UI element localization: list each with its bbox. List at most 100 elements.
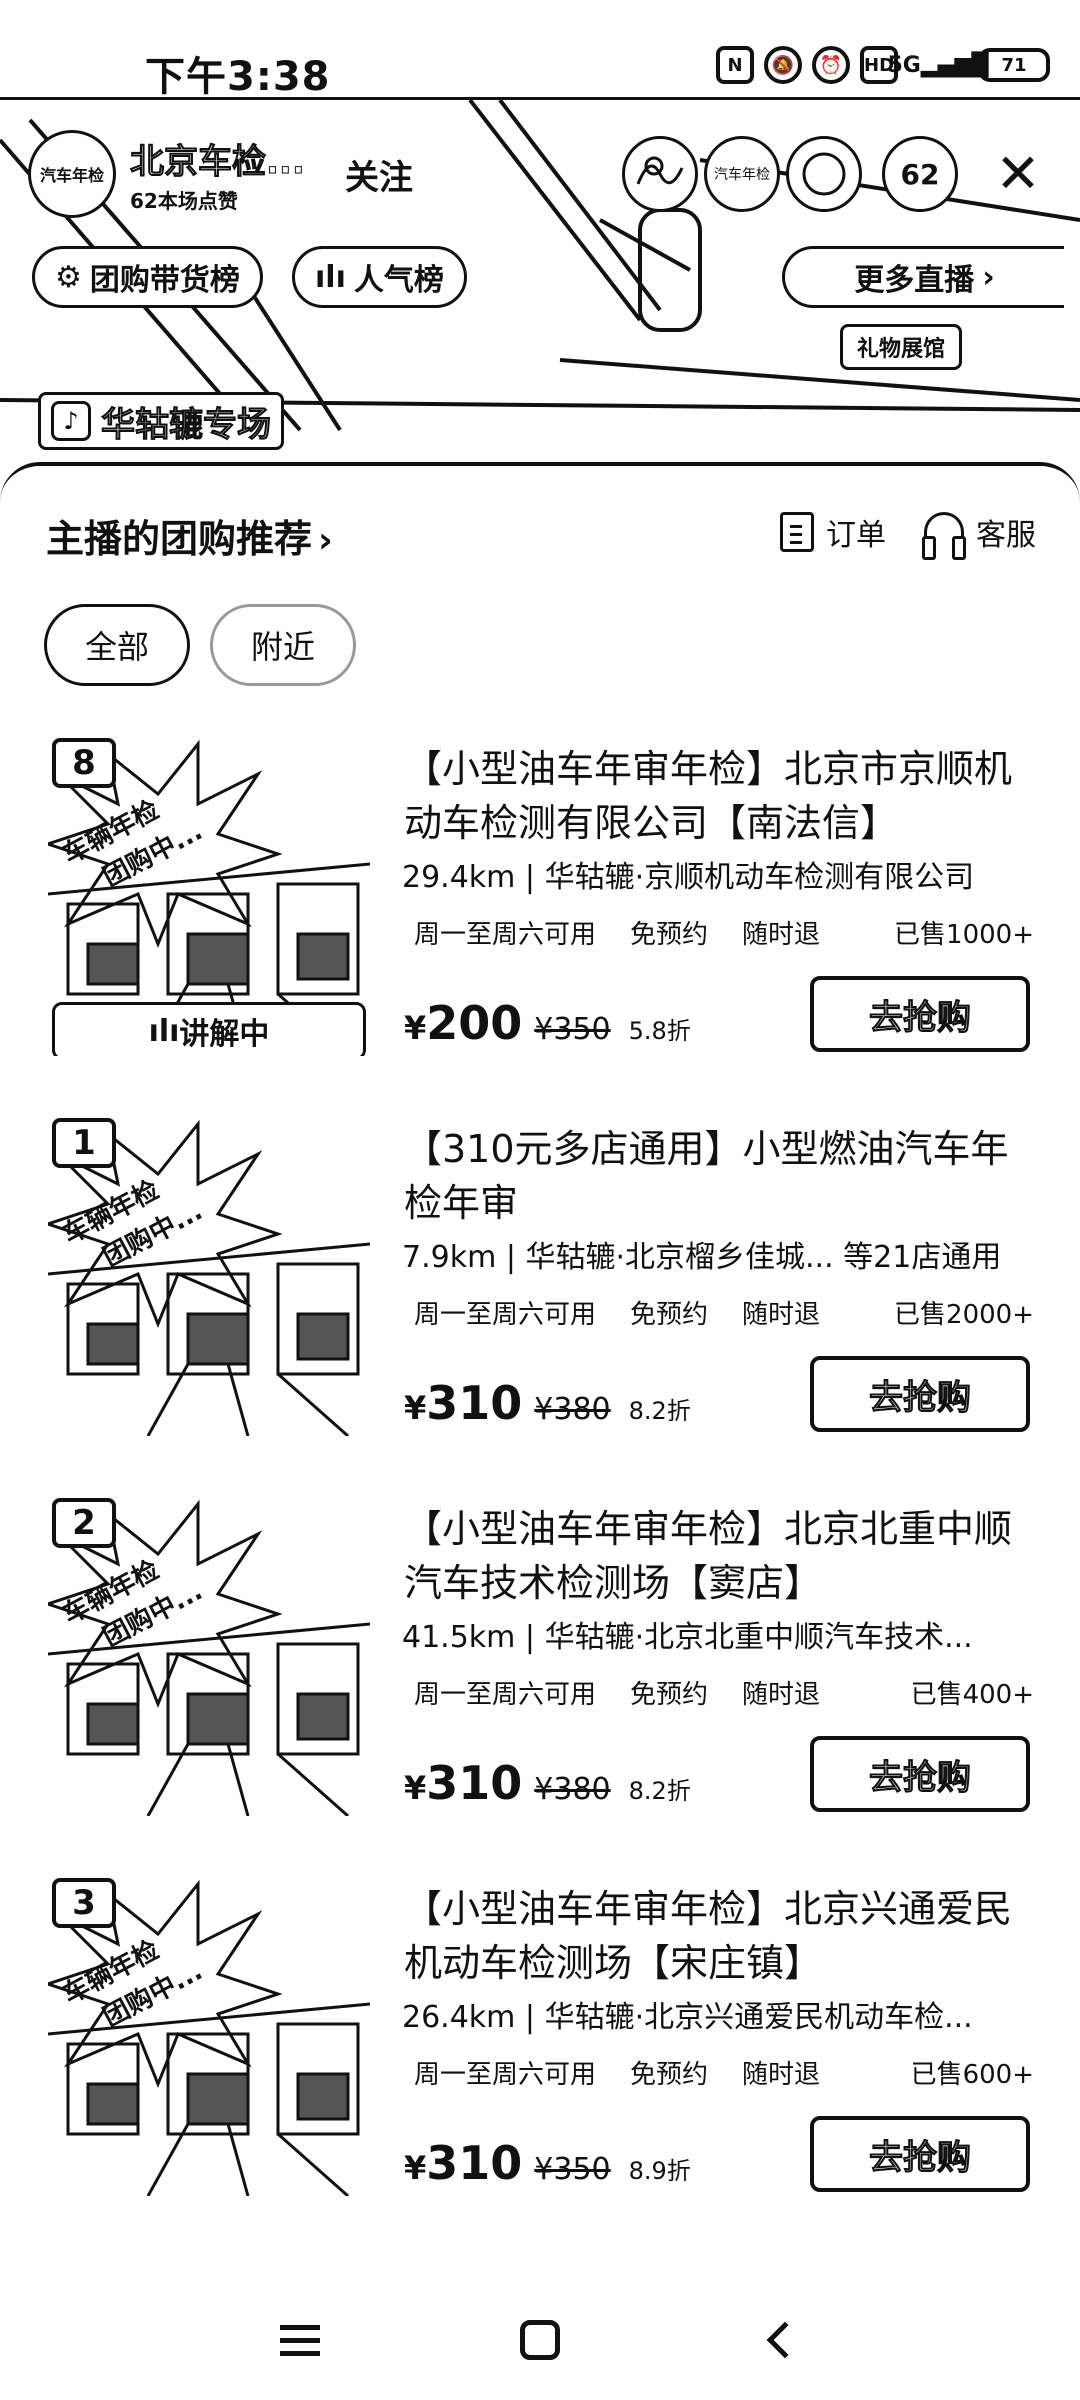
product-card[interactable]: 1 车辆年检 团购中... 【310元多店通用】小型燃油汽车年检年审 7.9km… bbox=[0, 1114, 1080, 1494]
product-thumbnail[interactable]: 8 车辆年检 团购中... ılı 讲解中 bbox=[48, 734, 370, 1056]
orders-label: 订单 bbox=[826, 518, 886, 553]
rank-badge: 8 bbox=[52, 738, 116, 788]
product-card[interactable]: 3 车辆年检 团购中... 【小型油车年审年检】北京兴通爱民机动车检测场【宋庄镇… bbox=[0, 1874, 1080, 2254]
bar-chart-icon: ılı bbox=[315, 259, 346, 295]
current-price: ¥310 bbox=[404, 1376, 522, 1430]
viewer-avatar[interactable] bbox=[786, 136, 862, 212]
product-location: 26.4km | 华轱辘·北京兴通爱民机动车检... bbox=[402, 2000, 973, 2035]
alarm-icon: ⏰ bbox=[812, 46, 850, 84]
current-price-value: 310 bbox=[426, 1376, 523, 1430]
store-tag[interactable]: ♪ 华轱辘专场 bbox=[38, 392, 284, 450]
groupbuy-rank-pill[interactable]: ⚙ 团购带货榜 bbox=[32, 246, 263, 308]
product-card[interactable]: 8 车辆年检 团购中... ılı 讲解中 【小型油车年审年检】北京市京顺机动车… bbox=[0, 734, 1080, 1114]
product-title[interactable]: 【小型油车年审年检】北京市京顺机动车检测有限公司【南法信】 bbox=[404, 742, 1044, 850]
viewer-count[interactable]: 62 bbox=[882, 136, 958, 212]
buy-now-button[interactable]: 去抢购 bbox=[810, 2116, 1030, 2192]
viewer-avatars[interactable]: 汽车年检 bbox=[622, 136, 862, 212]
customer-service-button[interactable]: 客服 bbox=[922, 510, 1036, 560]
more-live-label: 更多直播 bbox=[854, 263, 975, 298]
current-price: ¥310 bbox=[404, 1756, 522, 1810]
viewer-avatar[interactable]: 汽车年检 bbox=[704, 136, 780, 212]
explaining-badge: ılı 讲解中 bbox=[52, 1002, 366, 1056]
product-tags: 周一至周六可用 免预约 随时退 已售1000+ bbox=[414, 914, 1034, 951]
anchor-name: 北京车检... bbox=[130, 142, 306, 183]
anchor-likes: 62本场点赞 bbox=[130, 189, 238, 213]
product-location: 29.4km | 华轱辘·京顺机动车检测有限公司 bbox=[402, 860, 975, 895]
service-label: 客服 bbox=[976, 518, 1036, 553]
product-thumbnail[interactable]: 1 车辆年检 团购中... bbox=[48, 1114, 370, 1436]
product-title[interactable]: 【小型油车年审年检】北京北重中顺汽车技术检测场【窦店】 bbox=[404, 1502, 1044, 1610]
chevron-right-icon: › bbox=[318, 520, 333, 561]
discount: 8.9折 bbox=[628, 2157, 691, 2185]
anchor-avatar[interactable]: 汽车年检 bbox=[28, 130, 116, 218]
status-time: 下午3:38 bbox=[145, 54, 331, 100]
filter-nearby[interactable]: 附近 bbox=[210, 604, 356, 686]
product-title[interactable]: 【310元多店通用】小型燃油汽车年检年审 bbox=[404, 1122, 1044, 1230]
product-tags: 周一至周六可用 免预约 随时退 已售600+ bbox=[414, 2054, 1034, 2091]
current-price: ¥200 bbox=[404, 996, 522, 1050]
nfc-icon: N bbox=[716, 46, 754, 84]
tag-no-reservation: 免预约 bbox=[630, 920, 709, 950]
product-price: ¥310 ¥380 8.2折 bbox=[404, 1756, 691, 1810]
viewer-avatar-image bbox=[636, 156, 684, 185]
store-tag-label: 华轱辘专场 bbox=[101, 404, 272, 445]
product-card[interactable]: 2 车辆年检 团购中... 【小型油车年审年检】北京北重中顺汽车技术检测场【窦店… bbox=[0, 1494, 1080, 1874]
viewer-avatar-text: 汽车年检 bbox=[714, 167, 770, 183]
groupbuy-sheet: 主播的团购推荐 › 订单 客服 全部 附近 8 车辆年检 团购中... ılı … bbox=[0, 462, 1080, 2274]
sold-count: 已售400+ bbox=[910, 1680, 1034, 1710]
headset-icon bbox=[922, 512, 966, 560]
currency-symbol: ¥ bbox=[404, 1389, 427, 1427]
discount: 8.2折 bbox=[628, 1777, 691, 1805]
rank-badge: 2 bbox=[52, 1498, 116, 1548]
home-icon[interactable] bbox=[510, 2310, 570, 2370]
tag-availability: 周一至周六可用 bbox=[414, 920, 597, 950]
battery-level: 71 bbox=[1001, 54, 1027, 76]
buy-now-button[interactable]: 去抢购 bbox=[810, 1356, 1030, 1432]
product-title[interactable]: 【小型油车年审年检】北京兴通爱民机动车检测场【宋庄镇】 bbox=[404, 1882, 1044, 1990]
sheet-title[interactable]: 主播的团购推荐 › bbox=[46, 508, 333, 563]
sold-count: 已售2000+ bbox=[894, 1300, 1034, 1330]
groupbuy-icon: ⚙ bbox=[55, 259, 82, 295]
gift-hall-button[interactable]: 礼物展馆 bbox=[840, 324, 963, 370]
tag-availability: 周一至周六可用 bbox=[414, 1300, 597, 1330]
follow-button[interactable]: 关注 bbox=[345, 150, 413, 199]
chevron-right-icon: › bbox=[982, 259, 995, 295]
status-bar: 下午3:38 N 🔕 ⏰ HD 5G ▂▄▆█ 71 bbox=[0, 0, 1080, 100]
currency-symbol: ¥ bbox=[404, 2149, 427, 2187]
current-price-value: 200 bbox=[426, 996, 523, 1050]
more-live-button[interactable]: 更多直播 › bbox=[782, 246, 1064, 308]
product-tags: 周一至周六可用 免预约 随时退 已售2000+ bbox=[414, 1294, 1034, 1331]
discount: 8.2折 bbox=[628, 1397, 691, 1425]
buy-now-button[interactable]: 去抢购 bbox=[810, 976, 1030, 1052]
popular-rank-pill[interactable]: ılı 人气榜 bbox=[292, 246, 467, 308]
navigation-bar bbox=[0, 2274, 1080, 2400]
back-icon[interactable] bbox=[750, 2310, 810, 2370]
tag-availability: 周一至周六可用 bbox=[414, 1680, 597, 1710]
network-label: 5G bbox=[887, 52, 921, 78]
tag-refund: 随时退 bbox=[742, 2060, 821, 2090]
sold-count: 已售1000+ bbox=[894, 920, 1034, 950]
tag-no-reservation: 免预约 bbox=[630, 2060, 709, 2090]
tag-no-reservation: 免预约 bbox=[630, 1300, 709, 1330]
original-price: ¥350 bbox=[534, 1012, 611, 1047]
discount: 5.8折 bbox=[628, 1017, 691, 1045]
close-icon[interactable]: ✕ bbox=[990, 146, 1046, 202]
buy-now-button[interactable]: 去抢购 bbox=[810, 1736, 1030, 1812]
bar-chart-icon: ılı bbox=[148, 1013, 180, 1049]
sold-count: 已售600+ bbox=[910, 2060, 1034, 2090]
popular-rank-label: 人气榜 bbox=[353, 263, 444, 298]
filter-all[interactable]: 全部 bbox=[44, 604, 190, 686]
rank-badge: 3 bbox=[52, 1878, 116, 1928]
rank-badge: 1 bbox=[52, 1118, 116, 1168]
tag-no-reservation: 免预约 bbox=[630, 1680, 709, 1710]
viewer-avatar[interactable] bbox=[622, 136, 698, 212]
menu-icon[interactable] bbox=[270, 2310, 330, 2370]
product-thumbnail[interactable]: 2 车辆年检 团购中... bbox=[48, 1494, 370, 1816]
5g-signal-icon: 5G ▂▄▆█ bbox=[887, 52, 989, 78]
product-thumbnail[interactable]: 3 车辆年检 团购中... bbox=[48, 1874, 370, 2196]
viewer-avatar-image bbox=[802, 152, 846, 196]
current-price-value: 310 bbox=[426, 2136, 523, 2190]
live-video[interactable]: 汽车年检 北京车检... 62本场点赞 关注 汽车年检 62 ✕ ⚙ 团购带货榜… bbox=[0, 100, 1080, 500]
original-price: ¥380 bbox=[534, 1772, 611, 1807]
orders-button[interactable]: 订单 bbox=[780, 510, 886, 554]
